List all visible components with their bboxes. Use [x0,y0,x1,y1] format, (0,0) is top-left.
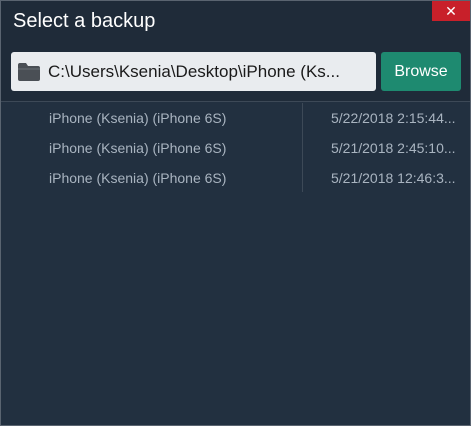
backup-date: 5/21/2018 12:46:3... [331,170,456,186]
select-backup-dialog: Select a backup ✕ C:\Users\Ksenia\Deskto… [0,0,471,426]
folder-icon [16,61,42,83]
path-bar: C:\Users\Ksenia\Desktop\iPhone (Ks... Br… [1,39,470,102]
backup-row[interactable]: iPhone (Ksenia) (iPhone 6S) 5/22/2018 2:… [1,103,470,133]
backup-path-field[interactable]: C:\Users\Ksenia\Desktop\iPhone (Ks... [11,52,376,91]
close-button[interactable]: ✕ [432,1,470,21]
backup-date: 5/21/2018 2:45:10... [331,140,456,156]
column-divider[interactable] [302,103,303,192]
backup-row[interactable]: iPhone (Ksenia) (iPhone 6S) 5/21/2018 2:… [1,133,470,163]
title-bar: Select a backup ✕ [1,1,470,39]
backup-name: iPhone (Ksenia) (iPhone 6S) [49,140,227,156]
browse-button[interactable]: Browse [381,52,461,91]
backup-list: iPhone (Ksenia) (iPhone 6S) 5/22/2018 2:… [1,103,470,193]
close-icon: ✕ [445,2,457,19]
backup-date: 5/22/2018 2:15:44... [331,110,456,126]
backup-path-value: C:\Users\Ksenia\Desktop\iPhone (Ks... [48,61,340,81]
backup-name: iPhone (Ksenia) (iPhone 6S) [49,110,227,126]
backup-name: iPhone (Ksenia) (iPhone 6S) [49,170,227,186]
dialog-title: Select a backup [13,10,156,32]
backup-row[interactable]: iPhone (Ksenia) (iPhone 6S) 5/21/2018 12… [1,163,470,193]
